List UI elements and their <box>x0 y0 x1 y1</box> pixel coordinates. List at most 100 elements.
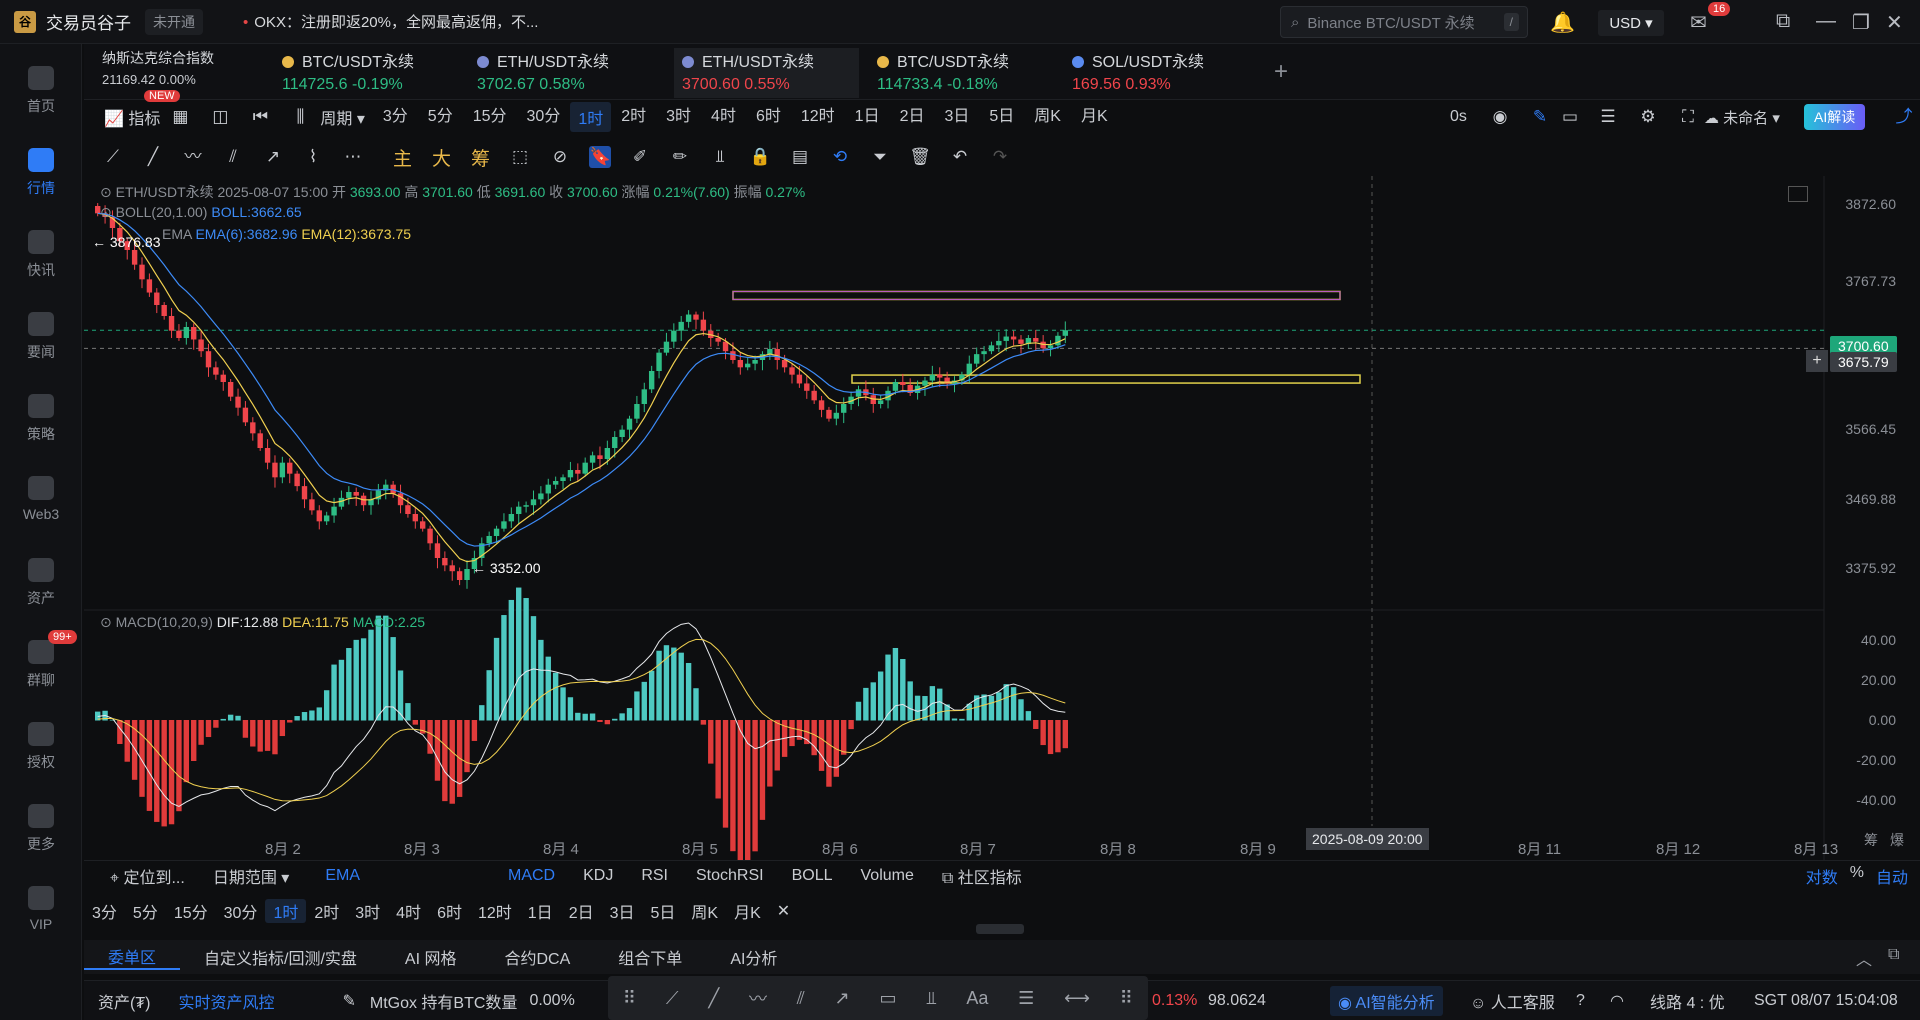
interval-5[interactable]: 2时 <box>611 102 656 132</box>
magnet-icon[interactable]: ⊘ <box>549 146 571 168</box>
sidebar-item-3[interactable]: 要闻 <box>0 312 82 362</box>
redo-icon[interactable]: ↷ <box>989 146 1011 168</box>
sidebar-item-10[interactable]: VIP <box>0 886 82 932</box>
interval-12[interactable]: 3日 <box>934 102 979 132</box>
interval-1[interactable]: 5分 <box>418 102 463 132</box>
date-range-select[interactable]: 日期范围 ▾ <box>199 864 304 888</box>
interval-11[interactable]: 2日 <box>890 102 935 132</box>
wave-icon[interactable]: 〰 <box>182 146 204 168</box>
pattern-icon[interactable]: ⫫ <box>709 146 731 168</box>
minimize-icon[interactable]: — <box>1816 10 1836 33</box>
symbol-tab-1[interactable]: BTC/USDT永续 114725.6 -0.19% <box>274 48 459 98</box>
indicator-button[interactable]: 📈 指标 <box>104 105 160 129</box>
sub-indicator-4[interactable]: BOLL <box>778 867 847 885</box>
layout-name-select[interactable]: ☁ 未命名 ▾ <box>1704 107 1780 128</box>
bottom-interval-11[interactable]: 2日 <box>561 899 602 923</box>
add-tab-icon[interactable]: + <box>1274 58 1288 86</box>
range-icon[interactable]: ⟷ <box>1064 988 1090 1009</box>
wave-icon[interactable]: 〰 <box>749 985 767 1011</box>
camera-icon[interactable]: ◉ <box>1489 106 1511 128</box>
interval-3[interactable]: 30分 <box>517 102 571 132</box>
overlay-tool-1[interactable]: 大 <box>432 144 451 171</box>
overlay-tool-2[interactable]: 筹 <box>471 144 490 171</box>
comment-icon[interactable]: ▭ <box>1559 106 1581 128</box>
ray-icon[interactable]: ╱ <box>708 988 719 1009</box>
bell-icon[interactable]: 🔔 <box>1550 10 1575 35</box>
text-tool-icon[interactable]: Aa <box>966 988 988 1009</box>
interval-9[interactable]: 12时 <box>791 102 845 132</box>
sub-indicator-0[interactable]: MACD <box>494 867 569 885</box>
interval-7[interactable]: 4时 <box>701 102 746 132</box>
panel-collapse-handle[interactable] <box>976 924 1024 934</box>
settings-icon[interactable]: ⚙ <box>1637 106 1659 128</box>
account-status-badge[interactable]: 未开通 <box>145 8 203 35</box>
interval-13[interactable]: 5日 <box>979 102 1024 132</box>
fullscreen-icon[interactable]: ⛶ <box>1677 106 1699 128</box>
customer-service-button[interactable]: ☺ 人工客服 <box>1470 989 1555 1013</box>
symbol-tab-3[interactable]: ETH/USDT永续 3700.60 0.55% <box>674 48 859 98</box>
bottom-interval-8[interactable]: 6时 <box>429 899 470 923</box>
panel-tab-2[interactable]: AI 网格 <box>381 945 481 969</box>
drag-handle-icon[interactable]: ⠿ <box>1120 988 1133 1009</box>
layout-icon[interactable]: ◫ <box>209 106 231 128</box>
panel-tab-4[interactable]: 组合下单 <box>594 945 706 969</box>
interval-8[interactable]: 6时 <box>746 102 791 132</box>
sub-indicator-3[interactable]: StochRSI <box>682 867 778 885</box>
ai-analysis-button[interactable]: ◉ AI智能分析 <box>1330 985 1443 1016</box>
bottom-interval-3[interactable]: 30分 <box>216 899 266 923</box>
interval-10[interactable]: 1日 <box>845 102 890 132</box>
scale-option-1[interactable]: % <box>1844 864 1870 888</box>
calendar-icon[interactable]: ▦ <box>169 106 191 128</box>
ray-icon[interactable]: ╱ <box>142 146 164 168</box>
locate-button[interactable]: ⌖ 定位到... <box>96 864 199 888</box>
measure-icon[interactable]: ⌇ <box>302 146 324 168</box>
snap-icon[interactable]: ⟲ <box>829 146 851 168</box>
sub-indicator-1[interactable]: KDJ <box>569 867 627 885</box>
sidebar-item-1[interactable]: 行情 <box>0 148 82 198</box>
pattern-icon[interactable]: ⫫ <box>926 988 936 1009</box>
brush-icon[interactable]: ✐ <box>629 146 651 168</box>
arrow-line-icon[interactable]: ↗ <box>835 988 850 1009</box>
chart-area[interactable] <box>84 176 1920 860</box>
panel-tab-1[interactable]: 自定义指标/回测/实盘 <box>180 945 381 969</box>
interval-14[interactable]: 周K <box>1024 102 1071 132</box>
bottom-interval-1[interactable]: 5分 <box>125 899 166 923</box>
share-icon[interactable]: ⤴ <box>1893 106 1915 128</box>
rectangle-icon[interactable]: ▭ <box>880 988 897 1009</box>
pen-icon[interactable]: ✎ <box>1529 106 1551 128</box>
fib-icon[interactable]: ☰ <box>1018 988 1034 1009</box>
panel-tab-0[interactable]: 委单区 <box>84 944 181 970</box>
period-select[interactable]: 周期 ▾ <box>320 105 365 129</box>
axis-tool-burst[interactable]: 爆 <box>1890 830 1904 850</box>
bottom-interval-14[interactable]: 周K <box>683 899 726 923</box>
candle-type-icon[interactable]: ⫼ <box>289 106 311 128</box>
bottom-interval-0[interactable]: 3分 <box>84 899 125 923</box>
bottom-interval-10[interactable]: 1日 <box>520 899 561 923</box>
ai-interpret-button[interactable]: AI解读 <box>1804 104 1866 130</box>
collapse-icon[interactable]: ⊙ <box>100 204 112 220</box>
currency-select[interactable]: USD ▾ <box>1598 10 1664 36</box>
bottom-interval-5[interactable]: 2时 <box>306 899 347 923</box>
scale-option-2[interactable]: 自动 <box>1870 864 1914 888</box>
interval-0[interactable]: 3分 <box>373 102 418 132</box>
symbol-tab-0[interactable]: 纳斯达克综合指数 21169.42 0.00% NEW <box>94 48 264 102</box>
bottom-interval-15[interactable]: 月K <box>726 899 769 923</box>
drag-handle-icon[interactable]: ⠿ <box>623 988 636 1009</box>
bottom-interval-2[interactable]: 15分 <box>166 899 216 923</box>
bottom-interval-7[interactable]: 4时 <box>388 899 429 923</box>
bottom-interval-6[interactable]: 3时 <box>347 899 388 923</box>
bottom-interval-9[interactable]: 12时 <box>470 899 520 923</box>
close-icon[interactable]: ✕ <box>1886 10 1903 35</box>
sidebar-item-8[interactable]: 授权 <box>0 722 82 772</box>
channel-icon[interactable]: ⫽ <box>222 146 244 168</box>
channel-icon[interactable]: ⫽ <box>797 988 805 1009</box>
trendline-icon[interactable]: ⟋ <box>102 146 124 168</box>
axis-tool-chip[interactable]: 筹 <box>1864 830 1878 850</box>
popout-panel-icon[interactable]: ⧉ <box>1888 946 1899 964</box>
sub-indicator-5[interactable]: Volume <box>847 867 928 885</box>
window-pin-icon[interactable]: ⧉ <box>1776 10 1790 33</box>
delete-icon[interactable]: 🗑 <box>909 146 931 168</box>
restore-icon[interactable]: ❐ <box>1852 10 1870 35</box>
expand-chart-icon[interactable] <box>1788 186 1808 202</box>
connection-line[interactable]: 线路 4 : 优 <box>1650 989 1725 1013</box>
